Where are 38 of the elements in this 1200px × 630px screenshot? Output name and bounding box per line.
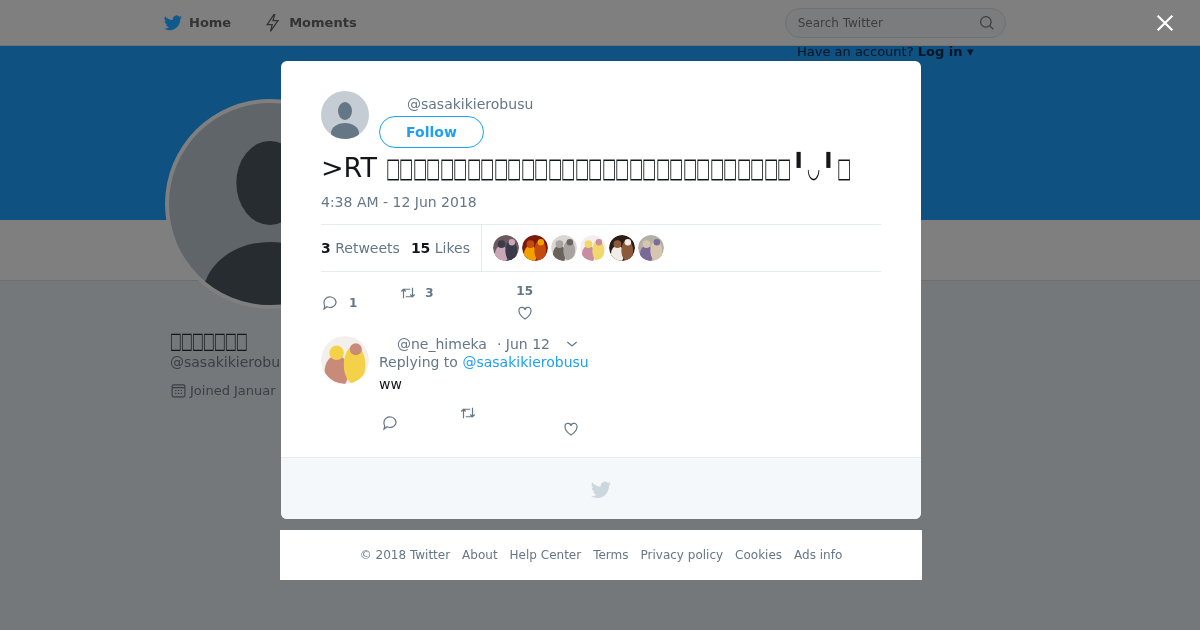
- stat-link[interactable]: 15 Likes: [410, 240, 470, 256]
- footer-link[interactable]: Terms: [593, 548, 629, 562]
- heart-icon: [515, 304, 534, 322]
- search-field[interactable]: Search Twitter: [784, 7, 1006, 38]
- reply-button[interactable]: 1: [321, 294, 358, 312]
- like-button[interactable]: 15: [515, 284, 534, 322]
- follow-button[interactable]: Follow: [379, 116, 484, 148]
- login-prompt: Have an account?: [797, 44, 915, 59]
- footer-link[interactable]: Help Center: [509, 548, 582, 562]
- retweet-button[interactable]: 3: [399, 284, 434, 302]
- reply-date: · Jun 12: [496, 336, 550, 352]
- replying-to-text: Replying to @sasakikierobusu: [379, 354, 590, 370]
- tweet-timestamp: 4:38 AM - 12 Jun 2018: [321, 194, 478, 210]
- tweet-text: >RT □□□□□□□□□□□□□□□□□□□□□□□□□□□□□□╹◡╹□: [321, 151, 851, 185]
- profile-name: □□□□□□□: [170, 328, 249, 354]
- user-handle: @sasakikierobusu: [407, 96, 534, 112]
- bird-icon: [163, 12, 183, 33]
- profile-handle: @sasakikierobu: [170, 354, 281, 370]
- footer-link[interactable]: Ads info: [794, 548, 843, 562]
- heart-icon: [562, 420, 580, 438]
- stat-link[interactable]: 3 Retweets: [321, 240, 400, 256]
- avatar: [321, 91, 369, 139]
- mention-link[interactable]: @sasakikierobusu: [462, 354, 589, 370]
- user-handle: @ne_himeka: [397, 336, 487, 352]
- search-icon: [977, 13, 996, 32]
- calendar-icon: [170, 382, 187, 399]
- footer-link[interactable]: Cookies: [735, 548, 783, 562]
- footer-link[interactable]: Privacy policy: [640, 548, 724, 562]
- nav-link[interactable]: Moments: [263, 12, 357, 33]
- join-date: Joined Januar: [190, 383, 276, 398]
- nav-link[interactable]: Home: [163, 12, 232, 33]
- reply-button[interactable]: [381, 414, 399, 432]
- like-button[interactable]: [562, 420, 580, 438]
- copyright-text: © 2018 Twitter: [359, 548, 451, 562]
- reply-text: ww: [379, 376, 403, 392]
- reply-icon: [321, 294, 339, 312]
- reply-icon: [381, 414, 399, 432]
- footer-link[interactable]: About: [462, 548, 498, 562]
